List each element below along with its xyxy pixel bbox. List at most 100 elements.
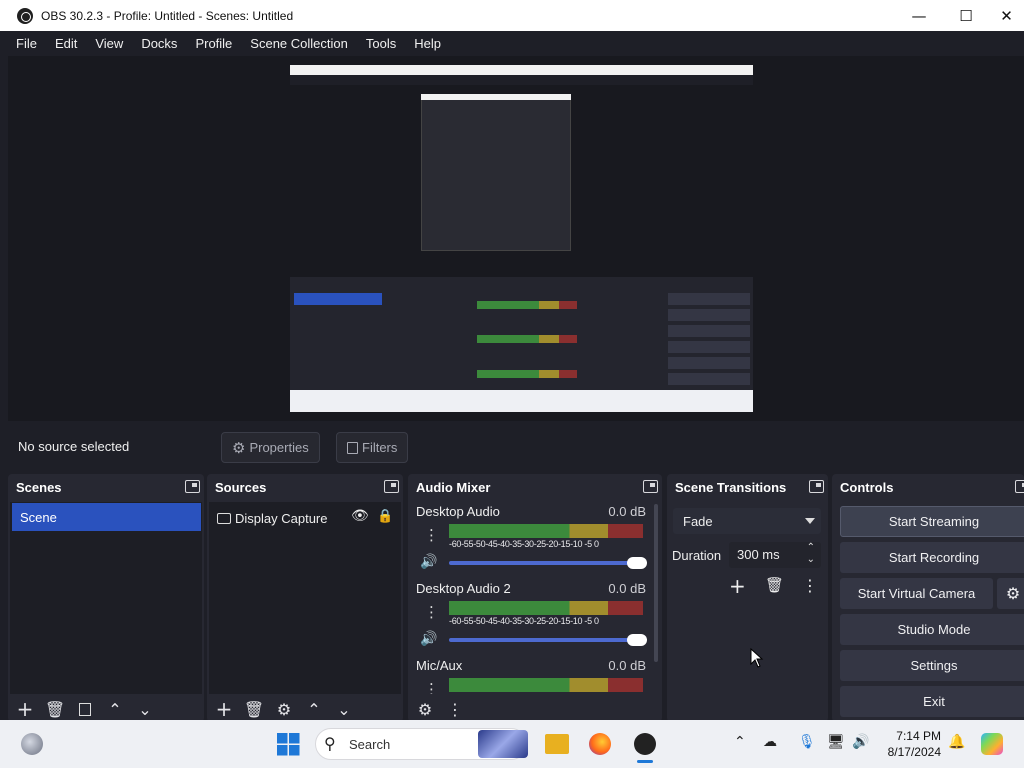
copilot-icon[interactable] (981, 733, 1003, 755)
remove-transition-button[interactable]: 🗑 (765, 576, 784, 594)
file-explorer-icon[interactable] (545, 734, 569, 754)
exit-button[interactable]: Exit (840, 686, 1024, 717)
audio-channel: Mic/Aux 0.0 dB ⋮ (412, 658, 650, 694)
level-meter (449, 601, 643, 608)
search-icon: ⚲ (324, 734, 336, 753)
source-item[interactable]: Display Capture (217, 506, 328, 530)
cloud-icon[interactable]: ☁ (763, 734, 777, 750)
speaker-icon[interactable]: 🔊 (420, 554, 438, 570)
duration-spinbox[interactable]: 300 ms ⌃ ⌄ (729, 542, 821, 568)
scenes-title: Scenes (16, 479, 62, 495)
filters-button[interactable]: Filters (336, 432, 409, 463)
obs-window: OBS 30.2.3 - Profile: Untitled - Scenes:… (0, 0, 1024, 768)
level-meter (449, 524, 643, 531)
lock-icon[interactable]: 🔒 (377, 509, 393, 524)
scene-filters-button[interactable] (70, 697, 100, 721)
menu-view[interactable]: View (95, 36, 123, 51)
add-transition-button[interactable]: + (729, 574, 746, 598)
mouse-cursor-icon (750, 648, 764, 668)
menu-docks[interactable]: Docks (141, 36, 177, 51)
move-scene-down-button[interactable]: ⌄ (130, 697, 160, 721)
undock-icon[interactable] (809, 480, 824, 493)
menu-scene-collection[interactable]: Scene Collection (250, 36, 348, 51)
level-meter (449, 685, 643, 692)
move-source-down-button[interactable]: ⌄ (329, 697, 359, 721)
mixer-scrollbar[interactable] (654, 504, 658, 662)
system-clock[interactable]: 7:14 PM 8/17/2024 (888, 728, 941, 760)
channel-name: Desktop Audio 2 (416, 581, 511, 596)
remove-scene-button[interactable]: 🗑 (40, 697, 70, 721)
audio-channel: Desktop Audio 2 0.0 dB ⋮ -60-55-50-45-40… (412, 581, 650, 653)
mixer-menu-icon[interactable]: ⋮ (440, 697, 470, 721)
add-scene-button[interactable]: + (10, 697, 40, 721)
sources-list: Display Capture 👁 🔒 (209, 502, 401, 694)
clock-time: 7:14 PM (896, 729, 941, 743)
minimize-button[interactable]: — (896, 0, 942, 31)
undock-icon[interactable] (384, 480, 399, 493)
move-scene-up-button[interactable]: ⌃ (100, 697, 130, 721)
sources-toolbar: + 🗑 ⚙ ⌃ ⌄ (207, 696, 403, 722)
sources-title: Sources (215, 479, 267, 495)
volume-slider[interactable] (449, 557, 647, 569)
chevron-up-icon[interactable]: ⌃ (734, 734, 746, 750)
settings-button[interactable]: Settings (840, 650, 1024, 681)
windows-start-icon[interactable] (277, 733, 300, 756)
menu-help[interactable]: Help (414, 36, 441, 51)
spin-arrows-icon[interactable]: ⌃ ⌄ (807, 542, 815, 566)
transition-value: Fade (683, 513, 713, 529)
menu-tools[interactable]: Tools (366, 36, 396, 51)
scenes-dock: Scenes Scene + 🗑 ⌃ ⌄ (8, 474, 204, 722)
speaker-icon[interactable]: 🔊 (420, 631, 438, 647)
obs-taskbar-icon[interactable] (634, 733, 656, 755)
start-virtual-camera-button[interactable]: Start Virtual Camera (840, 578, 993, 609)
filter-icon (347, 441, 358, 454)
volume-slider-handle[interactable] (627, 634, 647, 646)
channel-menu-icon[interactable]: ⋮ (424, 680, 439, 694)
channel-menu-icon[interactable]: ⋮ (424, 526, 439, 544)
virtual-camera-settings-gear-icon[interactable]: ⚙ (997, 578, 1024, 609)
preview-display-capture (290, 65, 753, 412)
close-button[interactable]: ✕ (989, 0, 1024, 31)
menu-bar: File Edit View Docks Profile Scene Colle… (0, 31, 1024, 56)
undock-icon[interactable] (185, 480, 200, 493)
monitor-icon (217, 512, 231, 524)
eye-icon[interactable]: 👁 (351, 508, 369, 524)
source-properties-button[interactable]: ⚙ (269, 697, 299, 721)
search-placeholder: Search (349, 737, 391, 752)
firefox-icon[interactable] (589, 733, 611, 755)
audio-channel: Desktop Audio 0.0 dB ⋮ -60-55-50-45-40-3… (412, 504, 650, 576)
add-source-button[interactable]: + (209, 697, 239, 721)
channel-menu-icon[interactable]: ⋮ (424, 603, 439, 621)
menu-file[interactable]: File (16, 36, 37, 51)
weather-widget-icon[interactable] (21, 733, 43, 755)
network-icon[interactable]: 🖥 (827, 734, 845, 750)
properties-button[interactable]: ⚙ Properties (221, 432, 320, 463)
menu-edit[interactable]: Edit (55, 36, 77, 51)
taskbar-search-box[interactable]: ⚲ Search (315, 728, 528, 760)
undock-icon[interactable] (643, 480, 658, 493)
clock-date: 8/17/2024 (887, 745, 941, 759)
microphone-icon[interactable]: 🎙 (798, 734, 816, 750)
maximize-button[interactable]: ☐ (943, 0, 989, 31)
remove-source-button[interactable]: 🗑 (239, 697, 269, 721)
no-source-label: No source selected (18, 439, 130, 454)
undock-icon[interactable] (1015, 480, 1024, 493)
controls-dock: Controls Start Streaming Start Recording… (832, 474, 1024, 722)
move-source-up-button[interactable]: ⌃ (299, 697, 329, 721)
scene-item[interactable]: Scene (12, 503, 201, 531)
volume-slider[interactable] (449, 634, 647, 646)
volume-slider-handle[interactable] (627, 557, 647, 569)
start-recording-button[interactable]: Start Recording (840, 542, 1024, 573)
volume-icon[interactable]: 🔊 (852, 734, 869, 750)
audio-mixer-title: Audio Mixer (416, 479, 491, 495)
properties-label: Properties (249, 440, 309, 455)
menu-profile[interactable]: Profile (195, 36, 232, 51)
studio-mode-button[interactable]: Studio Mode (840, 614, 1024, 645)
transition-menu-icon[interactable]: ⋮ (802, 576, 818, 595)
level-meter (449, 531, 643, 538)
advanced-audio-gear-icon[interactable]: ⚙ (410, 697, 440, 721)
channel-name: Desktop Audio (416, 504, 500, 519)
notification-bell-icon[interactable]: 🔔 (948, 734, 965, 750)
transition-select[interactable]: Fade (673, 508, 821, 534)
start-streaming-button[interactable]: Start Streaming (840, 506, 1024, 537)
